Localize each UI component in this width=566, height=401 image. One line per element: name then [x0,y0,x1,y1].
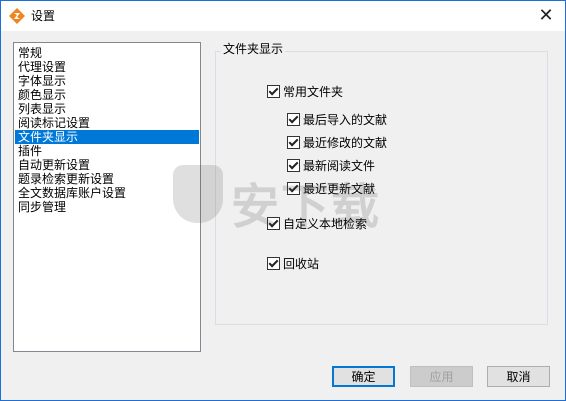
title-bar[interactable]: 设置 ✕ [1,1,565,31]
common-folders-checkbox[interactable]: 常用文件夹 [267,84,343,100]
settings-dialog: 设置 ✕ 常规 代理设置 字体显示 颜色显示 列表显示 阅读标记设置 文件夹显示… [0,0,566,401]
sidebar-item-sync[interactable]: 同步管理 [15,200,199,214]
checkbox-label: 最后导入的文献 [303,113,388,127]
sidebar-item-color-display[interactable]: 颜色显示 [15,88,199,102]
sidebar-item-auto-update[interactable]: 自动更新设置 [15,158,199,172]
settings-category-list[interactable]: 常规 代理设置 字体显示 颜色显示 列表显示 阅读标记设置 文件夹显示 插件 自… [13,42,201,352]
checkbox-checked-icon[interactable] [287,136,300,149]
checkbox-label: 自定义本地检索 [283,217,368,231]
app-logo-icon [9,8,25,24]
checkbox-label: 回收站 [283,257,320,271]
recent-import-checkbox[interactable]: 最后导入的文献 [287,112,387,128]
close-icon[interactable]: ✕ [531,3,561,29]
sidebar-item-font-display[interactable]: 字体显示 [15,74,199,88]
sidebar-item-plugins[interactable]: 插件 [15,144,199,158]
checkbox-label: 最近更新文献 [303,182,376,196]
sidebar-item-fulltext-accounts[interactable]: 全文数据库账户设置 [15,186,199,200]
recycle-bin-checkbox[interactable]: 回收站 [267,256,319,272]
cancel-button[interactable]: 取消 [487,366,550,387]
sidebar-item-general[interactable]: 常规 [15,46,199,60]
sidebar-item-list-display[interactable]: 列表显示 [15,102,199,116]
window-title: 设置 [31,9,56,23]
folder-display-group [215,51,548,325]
checkbox-checked-icon[interactable] [267,257,280,270]
checkbox-checked-icon[interactable] [287,182,300,195]
checkbox-checked-icon[interactable] [267,85,280,98]
sidebar-item-proxy[interactable]: 代理设置 [15,60,199,74]
checkbox-checked-icon[interactable] [267,217,280,230]
recent-read-checkbox[interactable]: 最新阅读文件 [287,158,375,174]
apply-button[interactable]: 应用 [410,366,473,387]
checkbox-checked-icon[interactable] [287,113,300,126]
checkbox-label: 最新阅读文件 [303,159,376,173]
sidebar-item-folder-display[interactable]: 文件夹显示 [15,130,199,144]
recent-modified-checkbox[interactable]: 最近修改的文献 [287,135,387,151]
group-title: 文件夹显示 [221,41,286,57]
ok-button[interactable]: 确定 [332,366,395,387]
recent-updated-checkbox[interactable]: 最近更新文献 [287,181,375,197]
checkbox-label: 最近修改的文献 [303,136,388,150]
checkbox-checked-icon[interactable] [287,159,300,172]
checkbox-label: 常用文件夹 [283,85,344,99]
custom-local-search-checkbox[interactable]: 自定义本地检索 [267,216,367,232]
sidebar-item-record-search-update[interactable]: 题录检索更新设置 [15,172,199,186]
sidebar-item-read-mark[interactable]: 阅读标记设置 [15,116,199,130]
